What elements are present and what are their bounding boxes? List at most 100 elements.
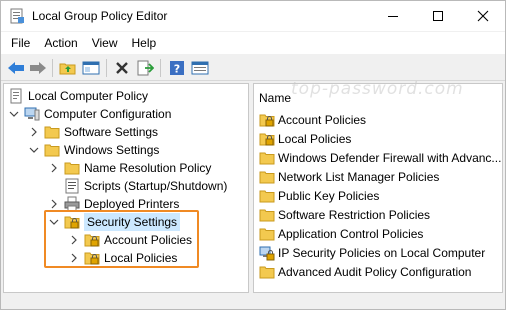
toolbar: ? bbox=[1, 55, 505, 81]
menu-view[interactable]: View bbox=[86, 33, 124, 53]
folder-icon bbox=[259, 169, 275, 185]
details-list[interactable]: Name Account Policies Local Policies Win… bbox=[253, 83, 503, 293]
tree-item-label: Security Settings bbox=[84, 213, 181, 231]
menu-help[interactable]: Help bbox=[126, 33, 163, 53]
list-item[interactable]: Windows Defender Firewall with Advanc... bbox=[259, 149, 501, 167]
title-bar[interactable]: Local Group Policy Editor bbox=[1, 1, 505, 31]
minimize-button[interactable] bbox=[370, 1, 415, 31]
tree-item-label: Account Policies bbox=[104, 233, 193, 247]
security-folder-icon bbox=[64, 214, 80, 230]
menu-file[interactable]: File bbox=[5, 33, 36, 53]
list-item[interactable]: Advanced Audit Policy Configuration bbox=[259, 263, 471, 281]
scripts-icon bbox=[64, 178, 80, 194]
list-item-label: Application Control Policies bbox=[278, 227, 424, 241]
chevron-right-icon[interactable] bbox=[68, 249, 80, 267]
tree-item-scripts[interactable]: Scripts (Startup/Shutdown) bbox=[64, 177, 227, 195]
list-item-label: Software Restriction Policies bbox=[278, 208, 431, 222]
tree-item-label: Local Policies bbox=[104, 251, 178, 265]
properties-icon bbox=[191, 61, 209, 75]
list-item[interactable]: Local Policies bbox=[259, 130, 351, 148]
list-item[interactable]: Software Restriction Policies bbox=[259, 206, 430, 224]
help-icon: ? bbox=[170, 61, 184, 76]
list-item-label: IP Security Policies on Local Computer bbox=[278, 246, 486, 260]
tree-item-local-computer-policy[interactable]: Local Computer Policy bbox=[8, 87, 148, 105]
tree-item-windows-settings[interactable]: Windows Settings bbox=[28, 141, 159, 159]
export-list-button[interactable] bbox=[135, 58, 155, 78]
folder-icon bbox=[259, 188, 275, 204]
chevron-down-icon[interactable] bbox=[8, 105, 20, 123]
tree-item-label: Windows Settings bbox=[64, 143, 160, 157]
folder-icon bbox=[44, 142, 60, 158]
folder-icon bbox=[44, 124, 60, 140]
tree-item-software-settings[interactable]: Software Settings bbox=[28, 123, 158, 141]
status-bar bbox=[1, 295, 505, 309]
svg-text:?: ? bbox=[174, 63, 180, 76]
delete-button[interactable] bbox=[112, 58, 132, 78]
folder-icon bbox=[259, 207, 275, 223]
up-folder-button[interactable] bbox=[58, 58, 78, 78]
tree-item-label: Software Settings bbox=[64, 125, 159, 139]
show-hide-tree-button[interactable] bbox=[81, 58, 101, 78]
list-item[interactable]: Application Control Policies bbox=[259, 225, 423, 243]
delete-icon bbox=[116, 62, 128, 74]
export-list-icon bbox=[137, 60, 154, 76]
tree-item-label: Deployed Printers bbox=[84, 197, 180, 211]
chevron-right-icon[interactable] bbox=[48, 159, 60, 177]
properties-button[interactable] bbox=[190, 58, 210, 78]
locked-folder-icon bbox=[259, 131, 275, 147]
list-item[interactable]: Public Key Policies bbox=[259, 187, 379, 205]
help-button[interactable]: ? bbox=[167, 58, 187, 78]
tree-item-account-policies[interactable]: Account Policies bbox=[68, 231, 192, 249]
minimize-icon bbox=[387, 16, 398, 17]
list-item[interactable]: Network List Manager Policies bbox=[259, 168, 439, 186]
back-icon bbox=[8, 62, 24, 74]
close-icon bbox=[477, 10, 488, 22]
column-header-name[interactable]: Name bbox=[259, 91, 291, 105]
list-item-label: Advanced Audit Policy Configuration bbox=[278, 265, 472, 279]
menu-bar: File Action View Help bbox=[1, 32, 505, 54]
tree-item-label: Computer Configuration bbox=[44, 107, 172, 121]
chevron-right-icon[interactable] bbox=[48, 195, 60, 213]
chevron-down-icon[interactable] bbox=[48, 213, 60, 231]
ip-security-icon bbox=[259, 245, 275, 261]
tree-item-deployed-printers[interactable]: Deployed Printers bbox=[48, 195, 179, 213]
forward-button[interactable] bbox=[28, 58, 48, 78]
list-item-label: Account Policies bbox=[278, 113, 367, 127]
maximize-icon bbox=[432, 11, 443, 21]
show-hide-tree-icon bbox=[82, 61, 100, 75]
tree-item-local-policies[interactable]: Local Policies bbox=[68, 249, 177, 267]
tree-item-label: Local Computer Policy bbox=[28, 89, 149, 103]
app-window: Local Group Policy Editor File Action Vi… bbox=[0, 0, 506, 310]
folder-icon bbox=[259, 226, 275, 242]
folder-icon bbox=[64, 160, 80, 176]
list-item-label: Public Key Policies bbox=[278, 189, 380, 203]
list-item[interactable]: Account Policies bbox=[259, 111, 366, 129]
back-button[interactable] bbox=[6, 58, 26, 78]
tree-item-label: Scripts (Startup/Shutdown) bbox=[84, 179, 228, 193]
tree-item-label: Name Resolution Policy bbox=[84, 161, 212, 175]
locked-folder-icon bbox=[84, 232, 100, 248]
chevron-down-icon[interactable] bbox=[28, 141, 40, 159]
folder-icon bbox=[259, 150, 275, 166]
locked-folder-icon bbox=[259, 112, 275, 128]
locked-folder-icon bbox=[84, 250, 100, 266]
chevron-right-icon[interactable] bbox=[68, 231, 80, 249]
list-item[interactable]: IP Security Policies on Local Computer bbox=[259, 244, 485, 262]
computer-icon bbox=[24, 106, 40, 122]
tree-item-name-resolution-policy[interactable]: Name Resolution Policy bbox=[48, 159, 211, 177]
chevron-right-icon[interactable] bbox=[28, 123, 40, 141]
console-tree[interactable]: Local Computer Policy Computer Configura… bbox=[3, 83, 249, 293]
window-title: Local Group Policy Editor bbox=[32, 9, 168, 23]
policy-editor-icon bbox=[9, 8, 25, 24]
menu-action[interactable]: Action bbox=[38, 33, 83, 53]
list-item-label: Network List Manager Policies bbox=[278, 170, 440, 184]
up-folder-icon bbox=[59, 63, 76, 75]
close-button[interactable] bbox=[460, 1, 505, 31]
tree-item-computer-configuration[interactable]: Computer Configuration bbox=[8, 105, 171, 123]
tree-item-security-settings[interactable]: Security Settings bbox=[48, 213, 181, 231]
maximize-button[interactable] bbox=[415, 1, 460, 31]
list-item-label: Local Policies bbox=[278, 132, 352, 146]
forward-icon bbox=[30, 62, 46, 74]
printer-icon bbox=[64, 196, 80, 212]
folder-icon bbox=[259, 264, 275, 280]
